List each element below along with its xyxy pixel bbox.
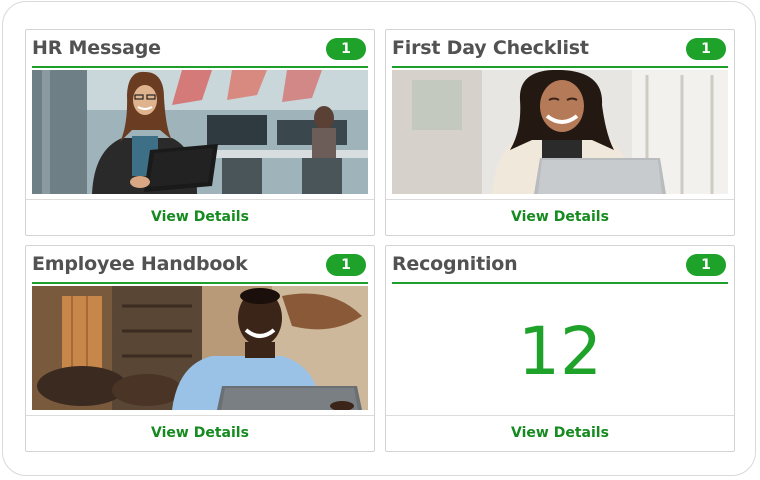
card-title: HR Message [32,37,161,59]
count-badge: 1 [326,254,366,276]
card-title: Employee Handbook [32,253,248,275]
recognition-count: 12 [518,313,602,390]
card-footer: View Details [386,199,734,235]
card-footer: View Details [26,415,374,451]
count-badge: 1 [686,38,726,60]
employee-handbook-card: Employee Handbook 1 View Details [25,245,375,452]
count-badge: 1 [686,254,726,276]
man-at-laptop-photo [32,286,368,410]
card-header: First Day Checklist 1 [392,34,728,68]
view-details-link[interactable]: View Details [151,209,249,225]
woman-with-tablet-photo [32,70,368,194]
card-footer: View Details [386,415,734,451]
recognition-card: Recognition 1 12 View Details [385,245,735,452]
count-badge: 1 [326,38,366,60]
woman-at-laptop-photo [392,70,728,194]
card-title: Recognition [392,253,518,275]
card-header: Recognition 1 [392,250,728,284]
card-title: First Day Checklist [392,37,589,59]
hr-message-card: HR Message 1 View Details [25,29,375,236]
first-day-checklist-card: First Day Checklist 1 View Details [385,29,735,236]
dashboard-panel: HR Message 1 View Details First Day Chec… [2,1,756,476]
view-details-link[interactable]: View Details [151,425,249,441]
card-header: HR Message 1 [32,34,368,68]
card-header: Employee Handbook 1 [32,250,368,284]
card-footer: View Details [26,199,374,235]
view-details-link[interactable]: View Details [511,209,609,225]
view-details-link[interactable]: View Details [511,425,609,441]
